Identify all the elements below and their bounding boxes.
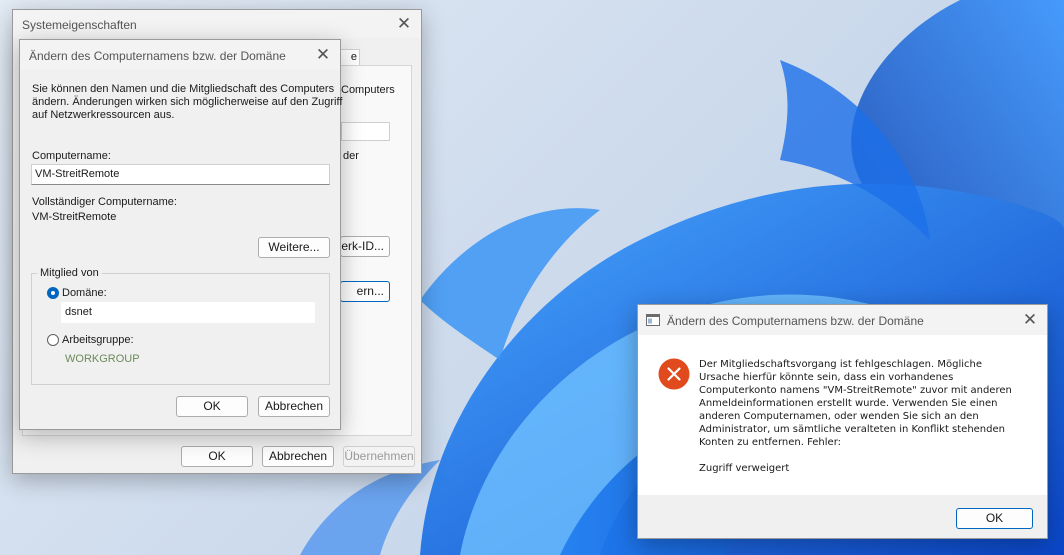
error-dialog-titlebar: Ändern des Computernamens bzw. der Domän… [638,305,1047,335]
fragment-computers-text: Computers [341,84,395,96]
error-message-line-4: Anmeldeinformationen erstellt wurde. Ver… [699,398,998,409]
sysprops-cancel-button[interactable]: Abbrechen [262,446,334,467]
error-dialog-title: Ändern des Computernamens bzw. der Domän… [667,314,924,328]
workgroup-label[interactable]: Arbeitsgruppe: [62,334,134,346]
workgroup-value: WORKGROUP [65,353,140,365]
rename-description-line-2: ändern. Änderungen wirken sich möglicher… [32,96,343,108]
error-message-line-1: Der Mitgliedschaftsvorgang ist fehlgesch… [699,359,982,370]
workgroup-radio[interactable] [47,334,59,346]
close-icon[interactable]: ✕ [312,44,334,66]
sysprops-ok-button[interactable]: OK [181,446,253,467]
close-icon[interactable]: ✕ [393,13,415,35]
error-message-line-2: Ursache hierfür könnte sein, dass ein vo… [699,372,954,383]
rename-dialog: Ändern des Computernamens bzw. der Domän… [19,39,343,430]
fullname-label: Vollständiger Computername: [32,196,177,208]
error-dialog: Ändern des Computernamens bzw. der Domän… [637,304,1048,539]
tab-fragment-label: e [350,51,357,63]
change-button[interactable]: ern... [340,281,390,302]
rename-description-line-1: Sie können den Namen und die Mitgliedsch… [32,83,335,95]
error-ok-button[interactable]: OK [956,508,1033,529]
system-properties-titlebar: Systemeigenschaften ✕ [13,10,421,38]
fullname-value: VM-StreitRemote [32,211,117,223]
domain-radio[interactable] [47,287,59,299]
window-icon [646,314,660,326]
close-icon[interactable]: ✕ [1019,309,1041,331]
error-detail: Zugriff verweigert [699,463,790,474]
error-x-icon [658,358,690,390]
domain-label[interactable]: Domäne: [62,287,107,299]
error-message-line-6: Administrator, um sämtliche veralteten i… [699,424,1005,435]
sysprops-apply-button[interactable]: Übernehmen [343,446,415,467]
system-properties-title: Systemeigenschaften [22,18,137,32]
rename-dialog-titlebar: Ändern des Computernamens bzw. der Domän… [20,40,340,70]
computername-label: Computername: [32,150,111,162]
more-button[interactable]: Weitere... [258,237,330,258]
error-message-line-5: anderen Computernamen, oder wenden Sie s… [699,411,979,422]
computername-input[interactable]: VM-StreitRemote [31,164,330,185]
tab-fragment[interactable]: e [338,49,360,65]
error-message-line-7: Konten zu entfernen. Fehler: [699,437,842,448]
rename-ok-button[interactable]: OK [176,396,248,417]
fragment-oder-text: der [343,150,359,162]
network-id-button[interactable]: erk-ID... [340,236,390,257]
rename-dialog-title: Ändern des Computernamens bzw. der Domän… [29,49,286,63]
domain-input[interactable]: dsnet [61,302,315,323]
rename-description-line-3: auf Netzwerkressourcen aus. [32,109,175,121]
member-of-label: Mitglied von [37,267,102,279]
rename-cancel-button[interactable]: Abbrechen [258,396,330,417]
error-message-line-3: Computerkonto namens "VM-StreitRemote" z… [699,385,1012,396]
fragment-description-input[interactable] [341,122,390,141]
